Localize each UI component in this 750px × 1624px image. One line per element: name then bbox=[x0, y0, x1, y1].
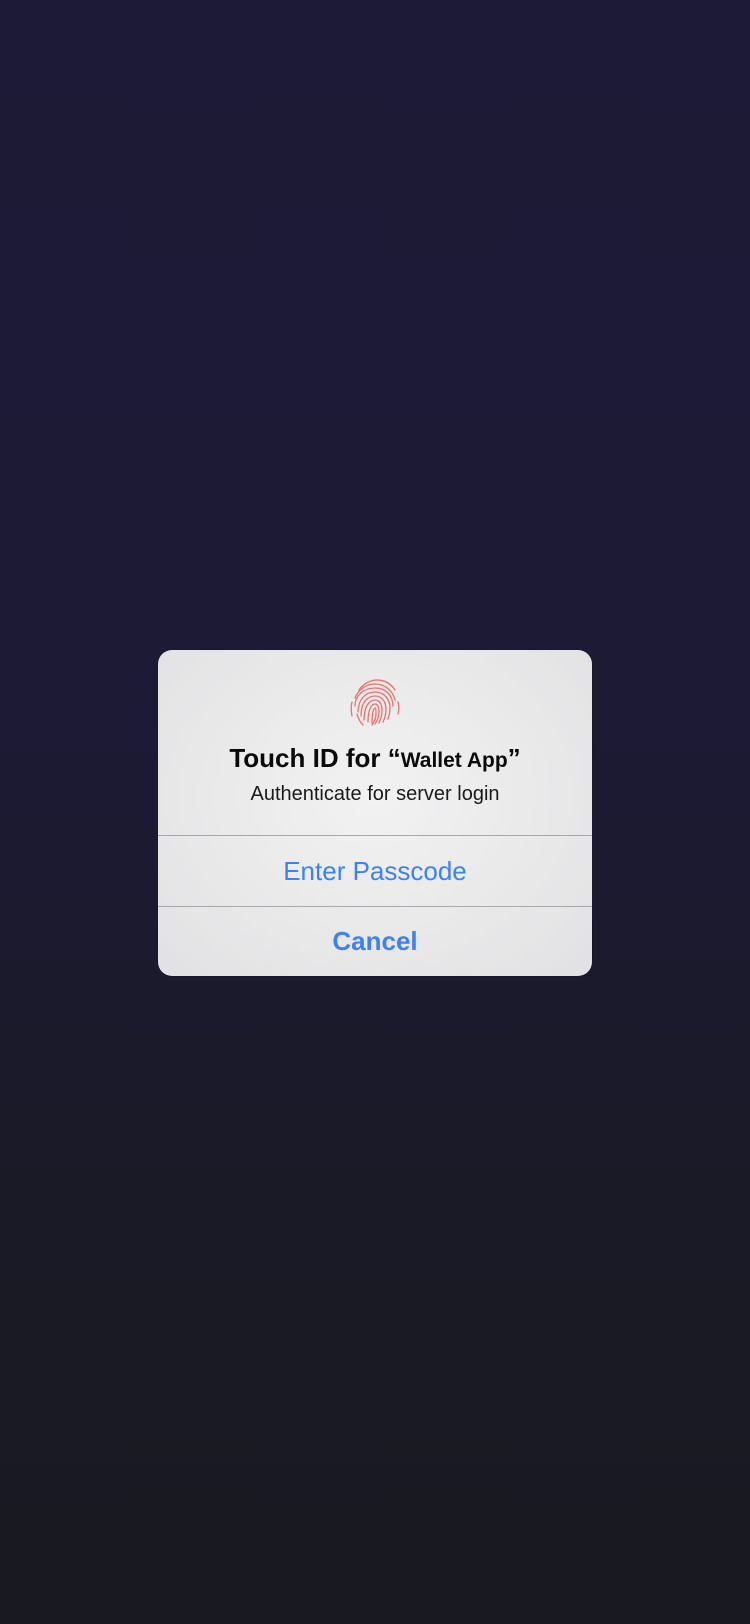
touch-id-alert: Touch ID for “Wallet App” Authenticate f… bbox=[158, 650, 592, 976]
alert-title: Touch ID for “Wallet App” bbox=[158, 742, 592, 777]
alert-message: Authenticate for server login bbox=[250, 783, 500, 805]
alert-title-suffix: ” bbox=[507, 743, 521, 773]
alert-title-prefix: Touch ID for “ bbox=[229, 743, 401, 773]
fingerprint-icon bbox=[349, 676, 401, 728]
lock-screen-background: Touch ID for “Wallet App” Authenticate f… bbox=[0, 0, 750, 1624]
enter-passcode-button[interactable]: Enter Passcode bbox=[158, 836, 592, 906]
alert-app-name: Wallet App bbox=[400, 749, 508, 772]
cancel-button[interactable]: Cancel bbox=[158, 907, 592, 976]
alert-header: Touch ID for “Wallet App” Authenticate f… bbox=[158, 650, 592, 834]
